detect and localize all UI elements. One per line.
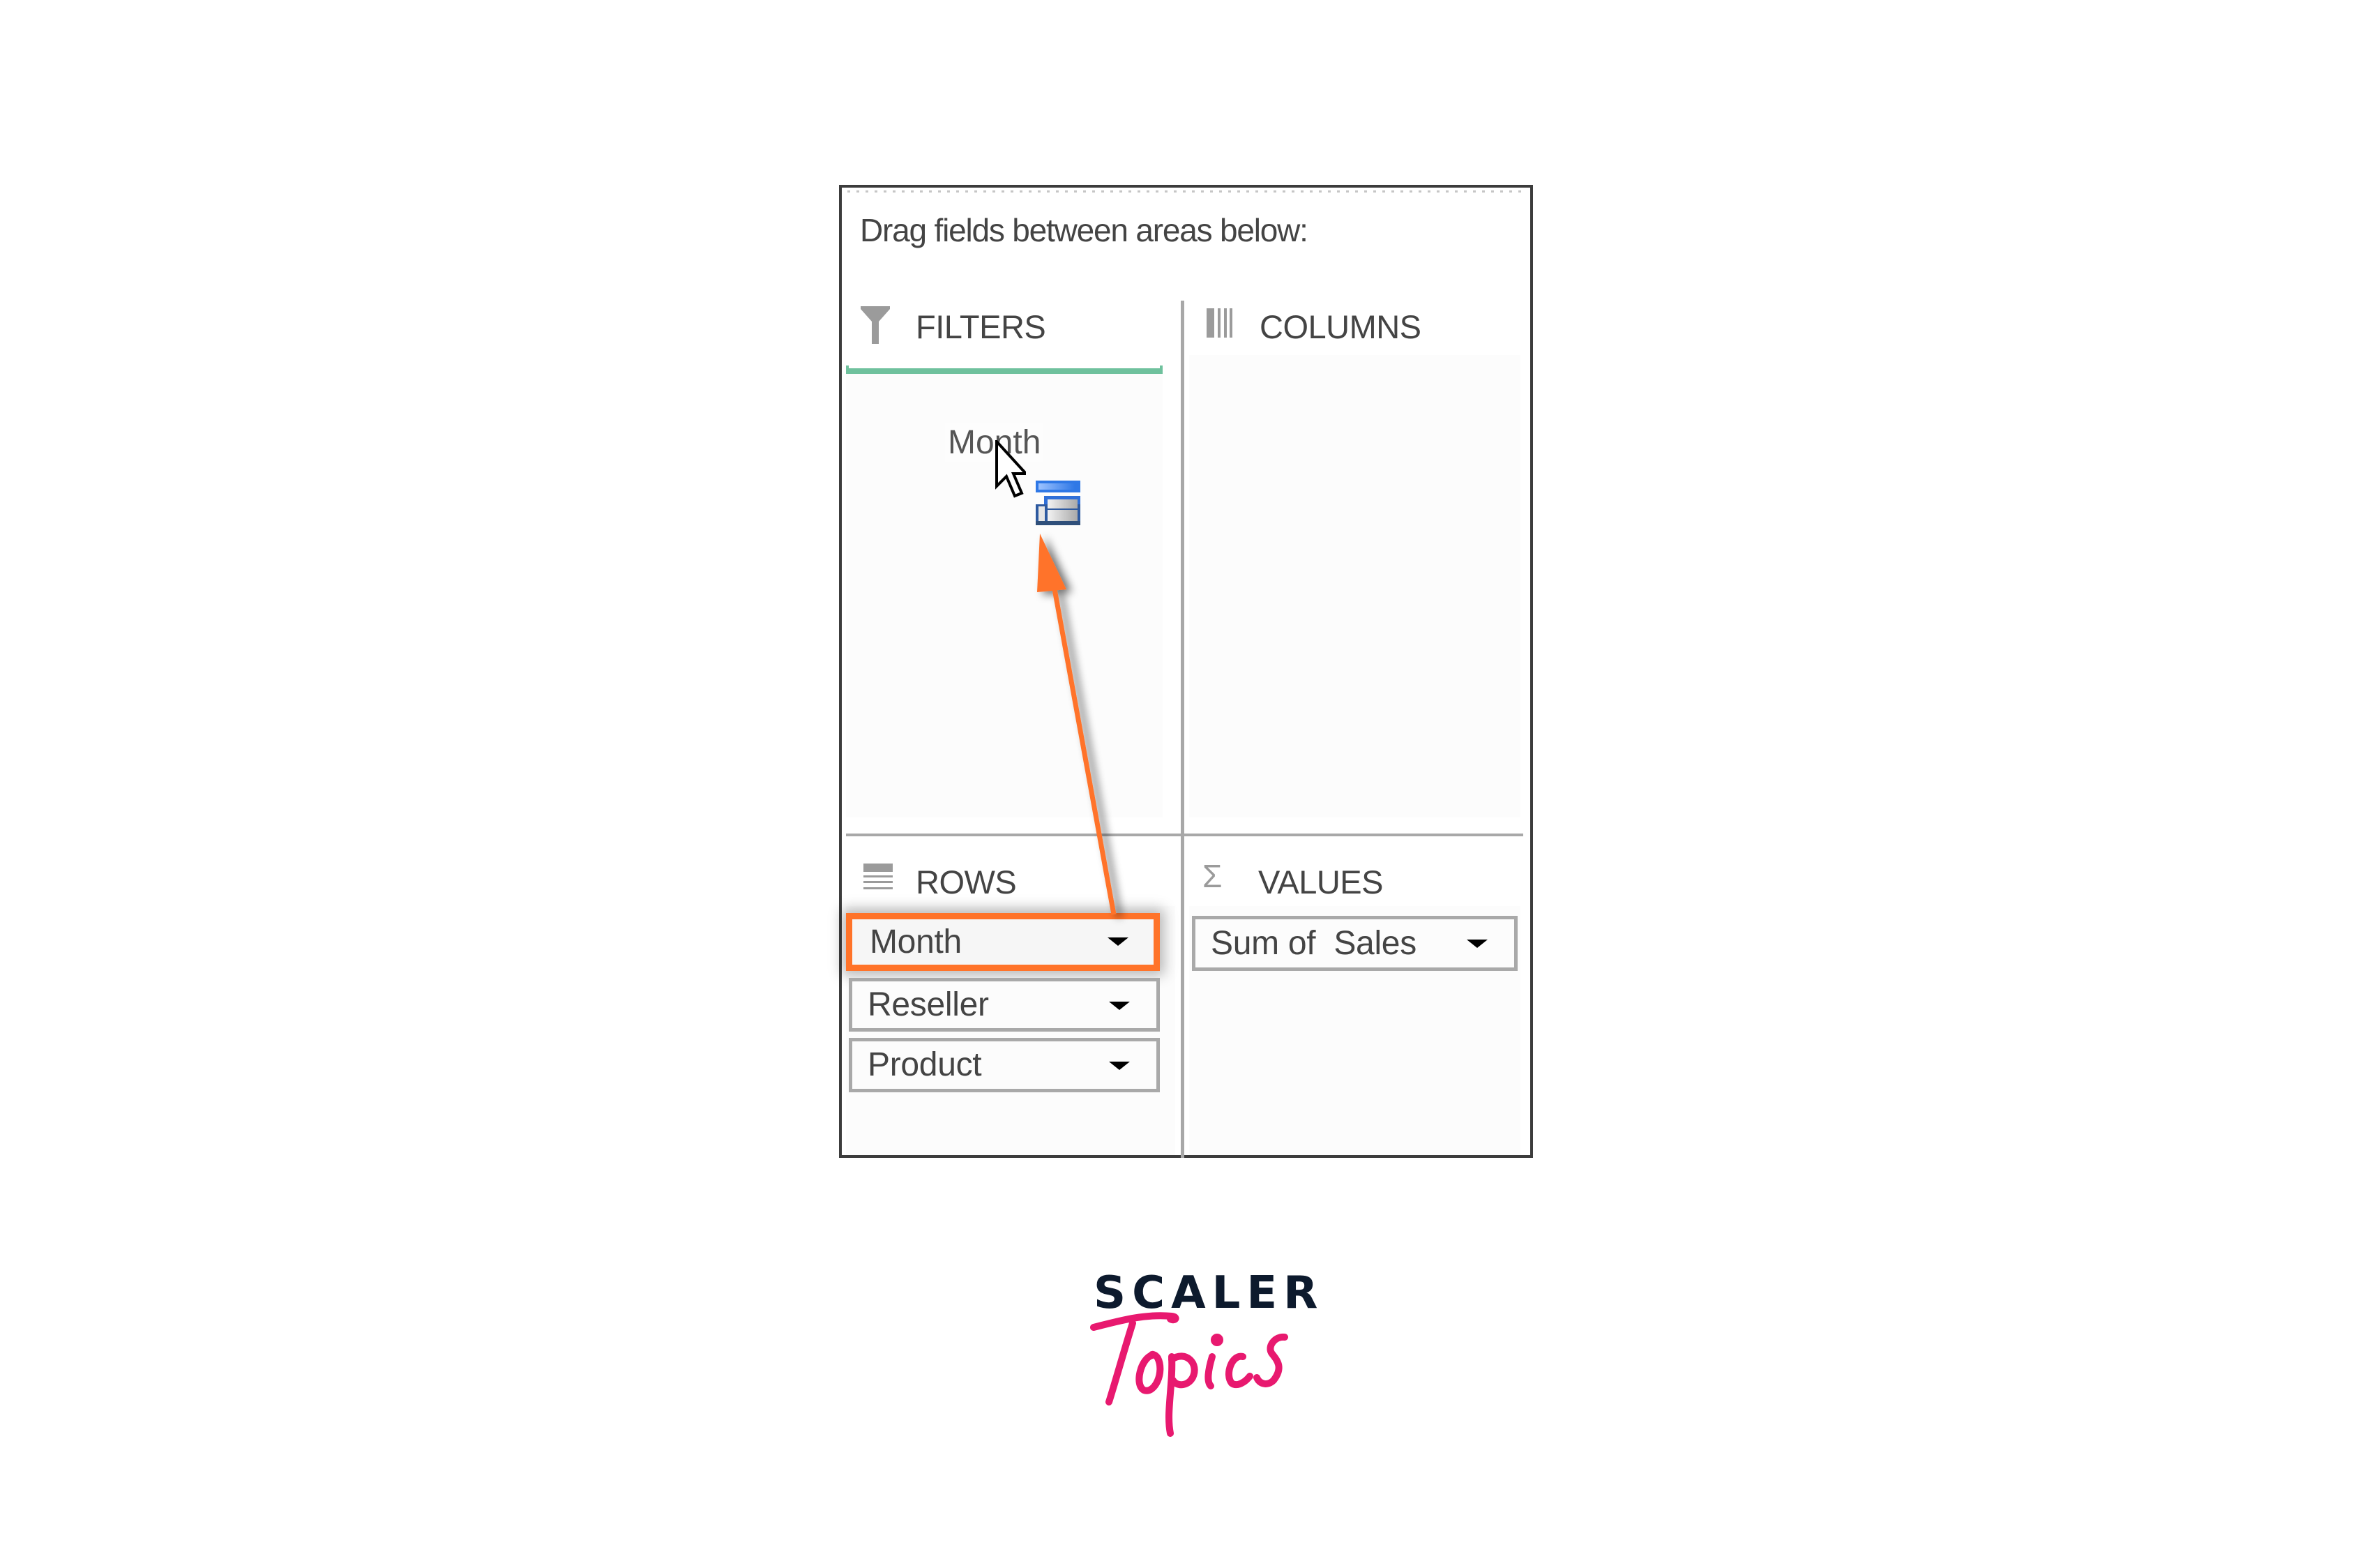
logo-topics-script	[1090, 1312, 1288, 1437]
annotation-arrow	[1037, 534, 1117, 915]
annotation-arrow-shape	[1037, 534, 1117, 915]
pivot-field-areas-panel: Drag fields between areas below: FILTERS…	[839, 185, 1533, 1158]
